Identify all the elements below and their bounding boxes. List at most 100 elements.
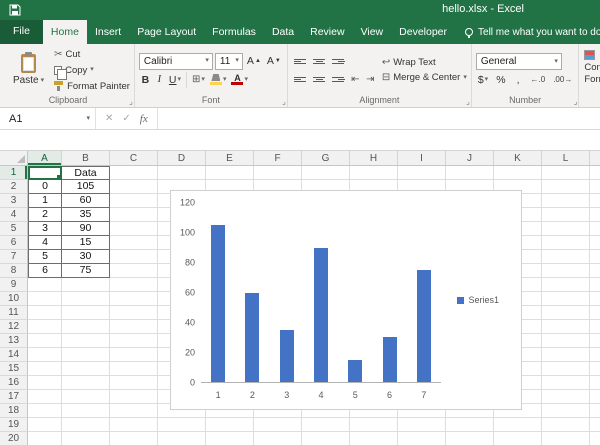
cell-J1[interactable] [446,166,494,180]
cell-C4[interactable] [110,208,158,222]
cell-L2[interactable] [542,180,590,194]
cell-B15[interactable] [62,362,110,376]
alignment-dialog-launcher[interactable]: ⌟ [466,97,470,106]
cell-A18[interactable] [28,404,62,418]
tab-formulas[interactable]: Formulas [204,20,264,44]
cell-L1[interactable] [542,166,590,180]
increase-font-size-button[interactable]: A▲ [245,54,263,69]
cell-L4[interactable] [542,208,590,222]
cell-C17[interactable] [110,390,158,404]
cell-L19[interactable] [542,418,590,432]
cell-B7[interactable]: 30 [62,250,110,264]
cell-L16[interactable] [542,376,590,390]
row-header-18[interactable]: 18 [0,404,28,418]
cell-A3[interactable]: 1 [28,194,62,208]
cell-H1[interactable] [350,166,398,180]
cell-B8[interactable]: 75 [62,264,110,278]
number-dialog-launcher[interactable]: ⌟ [574,97,578,106]
column-header-D[interactable]: D [158,151,206,165]
number-format-select[interactable]: General▾ [476,53,562,70]
cell-B1[interactable]: Data [62,166,110,180]
cell-C16[interactable] [110,376,158,390]
cell-A15[interactable] [28,362,62,376]
row-header-4[interactable]: 4 [0,208,28,222]
cell-M18[interactable] [590,404,600,418]
row-header-8[interactable]: 8 [0,264,28,278]
bar-category-4[interactable] [314,248,328,382]
cell-K20[interactable] [494,432,542,445]
cell-I19[interactable] [398,418,446,432]
row-header-15[interactable]: 15 [0,362,28,376]
cell-M2[interactable] [590,180,600,194]
cell-M4[interactable] [590,208,600,222]
row-header-9[interactable]: 9 [0,278,28,292]
cell-A5[interactable]: 3 [28,222,62,236]
cell-M9[interactable] [590,278,600,292]
cell-M3[interactable] [590,194,600,208]
tell-me-box[interactable]: Tell me what you want to do... [465,20,600,44]
column-header-E[interactable]: E [206,151,254,165]
row-header-7[interactable]: 7 [0,250,28,264]
clipboard-dialog-launcher[interactable]: ⌟ [129,97,133,106]
insert-function-button[interactable]: fx [140,113,148,125]
tab-developer[interactable]: Developer [391,20,455,44]
comma-style-button[interactable]: , [512,72,525,87]
decrease-indent-button[interactable]: ⇤ [349,72,362,87]
cell-B16[interactable] [62,376,110,390]
column-header-K[interactable]: K [494,151,542,165]
cell-M8[interactable] [590,264,600,278]
column-header-I[interactable]: I [398,151,446,165]
cell-E19[interactable] [206,418,254,432]
cell-C1[interactable] [110,166,158,180]
cell-L3[interactable] [542,194,590,208]
column-header-J[interactable]: J [446,151,494,165]
cell-C15[interactable] [110,362,158,376]
borders-button[interactable]: ⊞▾ [190,72,207,87]
tab-review[interactable]: Review [302,20,352,44]
row-header-1[interactable]: 1 [0,166,28,180]
cell-A7[interactable]: 5 [28,250,62,264]
column-header-H[interactable]: H [350,151,398,165]
cell-C11[interactable] [110,306,158,320]
fill-color-button[interactable]: ▾ [208,72,229,87]
cell-L11[interactable] [542,306,590,320]
conditional-formatting-button-partial[interactable]: Con Forr [579,44,600,107]
tab-data[interactable]: Data [264,20,302,44]
cell-J20[interactable] [446,432,494,445]
cell-A1[interactable] [28,166,62,180]
tab-page-layout[interactable]: Page Layout [129,20,204,44]
embedded-chart[interactable]: 020406080100120 1234567 Series1 [170,190,522,410]
cell-M15[interactable] [590,362,600,376]
cell-A12[interactable] [28,320,62,334]
cell-A6[interactable]: 4 [28,236,62,250]
cell-A9[interactable] [28,278,62,292]
cell-L14[interactable] [542,348,590,362]
cell-A14[interactable] [28,348,62,362]
cell-M10[interactable] [590,292,600,306]
align-center-button[interactable] [311,72,328,87]
cell-A20[interactable] [28,432,62,445]
cell-L8[interactable] [542,264,590,278]
cell-F1[interactable] [254,166,302,180]
cut-button[interactable]: ✂Cut [54,47,130,61]
tab-view[interactable]: View [353,20,392,44]
cell-M12[interactable] [590,320,600,334]
cell-M19[interactable] [590,418,600,432]
cell-C10[interactable] [110,292,158,306]
column-header-A[interactable]: A [28,151,62,165]
cell-M14[interactable] [590,348,600,362]
column-header-F[interactable]: F [254,151,302,165]
cell-A2[interactable]: 0 [28,180,62,194]
bold-button[interactable]: B [139,72,152,87]
row-header-20[interactable]: 20 [0,432,28,445]
cell-L13[interactable] [542,334,590,348]
cell-D1[interactable] [158,166,206,180]
row-header-19[interactable]: 19 [0,418,28,432]
cell-B19[interactable] [62,418,110,432]
cell-F19[interactable] [254,418,302,432]
percent-style-button[interactable]: % [494,72,507,87]
save-icon[interactable] [9,4,21,16]
cell-C7[interactable] [110,250,158,264]
cell-G20[interactable] [302,432,350,445]
cell-B14[interactable] [62,348,110,362]
